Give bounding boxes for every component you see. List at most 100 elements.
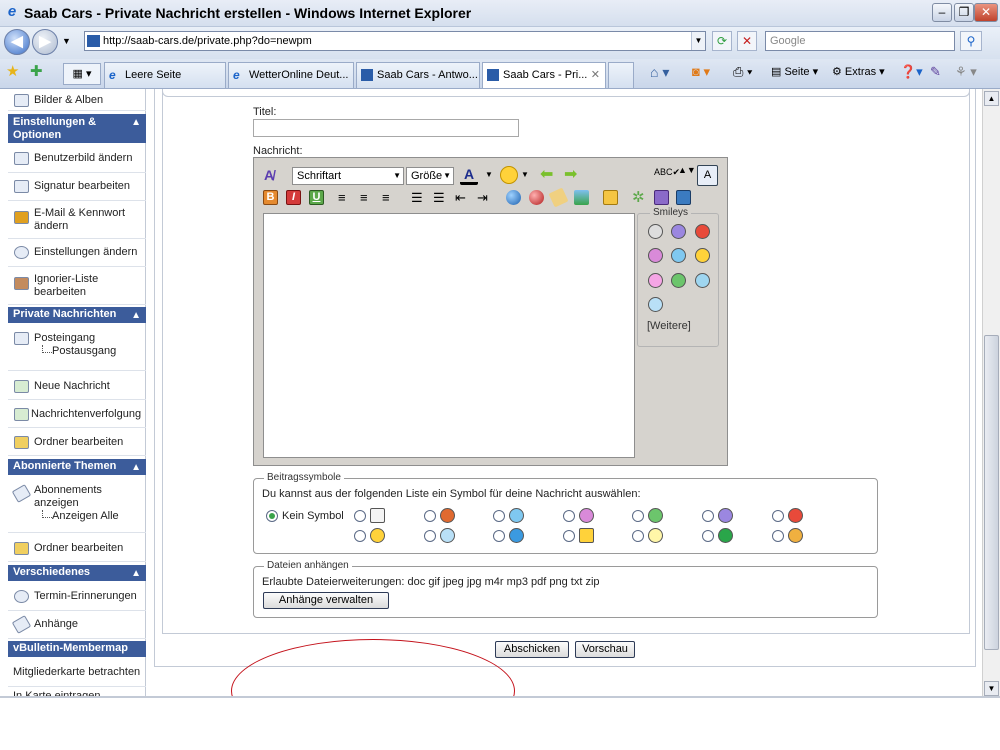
tab-saab-antwort[interactable]: Saab Cars - Antwo...: [356, 62, 480, 88]
align-center-icon[interactable]: ≡: [360, 190, 375, 205]
post-icon-radio[interactable]: [772, 510, 784, 522]
remove-link-icon[interactable]: [529, 190, 544, 205]
sidebar-item-ignorier[interactable]: Ignorier-Liste bearbeiten: [8, 267, 146, 305]
php-code-icon[interactable]: [676, 190, 691, 205]
help-icon[interactable]: ❓▾: [900, 64, 923, 80]
code-icon[interactable]: ✲: [632, 190, 647, 205]
tab-wetteronline[interactable]: e WetterOnline Deut...: [228, 62, 354, 88]
sidebar-item-email[interactable]: E-Mail & Kennwort ändern: [8, 201, 146, 239]
collapse-arrow-icon[interactable]: ▲: [131, 309, 141, 322]
sidebar-item-anhaenge[interactable]: Anhänge: [8, 611, 146, 639]
sidebar-item-bilder[interactable]: Bilder & Alben: [8, 91, 146, 111]
sidebar-item-posteingang[interactable]: Posteingang Postausgang: [8, 325, 146, 371]
back-button[interactable]: ◀: [4, 29, 30, 55]
research-icon[interactable]: ✎: [930, 64, 941, 80]
preview-button[interactable]: Vorschau: [575, 641, 635, 658]
post-icon-radio[interactable]: [424, 510, 436, 522]
tab-leere-seite[interactable]: e Leere Seite: [104, 62, 226, 88]
smiley-smile-icon[interactable]: [695, 248, 710, 263]
new-tab-button[interactable]: [608, 62, 634, 88]
bullet-list-icon[interactable]: ☰: [433, 190, 448, 205]
submit-button[interactable]: Abschicken: [495, 641, 569, 658]
insert-link-icon[interactable]: [506, 190, 521, 205]
sidebar-item-ordner-abo[interactable]: Ordner bearbeiten: [8, 534, 146, 562]
more-smileys-link[interactable]: [Weitere]: [647, 320, 691, 332]
stop-button[interactable]: ✕: [737, 31, 757, 51]
redo-icon[interactable]: ➡: [564, 167, 586, 183]
search-button[interactable]: ⚲: [960, 31, 982, 51]
title-input[interactable]: [253, 119, 519, 137]
insert-image-icon[interactable]: [574, 190, 589, 205]
sidebar-item-signatur[interactable]: Signatur bearbeiten: [8, 173, 146, 201]
spellcheck-icon[interactable]: ABC✔: [654, 168, 680, 183]
outdent-icon[interactable]: ⇤: [455, 190, 470, 205]
no-symbol-radio[interactable]: [266, 510, 278, 522]
smiley-tongue-icon[interactable]: [648, 248, 663, 263]
post-icon-radio[interactable]: [632, 530, 644, 542]
quote-icon[interactable]: [603, 190, 618, 205]
home-icon[interactable]: ⌂ ▾: [650, 64, 669, 80]
size-select[interactable]: Größe ▼: [406, 167, 454, 185]
favorites-star-icon[interactable]: ★: [6, 62, 19, 80]
collapse-arrow-icon[interactable]: ▲: [131, 461, 141, 474]
scroll-down-arrow-icon[interactable]: ▼: [984, 681, 999, 696]
address-dropdown-icon[interactable]: ▼: [691, 32, 705, 50]
minimize-button[interactable]: –: [932, 3, 952, 22]
font-select[interactable]: Schriftart ▼: [292, 167, 404, 185]
post-icon-radio[interactable]: [424, 530, 436, 542]
smiley-confused-icon[interactable]: [671, 224, 686, 239]
indent-icon[interactable]: ⇥: [477, 190, 492, 205]
collapse-arrow-icon[interactable]: ▲: [131, 116, 141, 129]
sidebar-item-postausgang[interactable]: Postausgang: [52, 345, 116, 357]
ordered-list-icon[interactable]: ☰: [411, 190, 426, 205]
post-icon-radio[interactable]: [702, 530, 714, 542]
sidebar-item-ordner-pm[interactable]: Ordner bearbeiten: [8, 428, 146, 456]
tab-saab-private[interactable]: Saab Cars - Pri... ✕: [482, 62, 606, 88]
print-icon[interactable]: ⎙ ▾: [733, 64, 752, 80]
smiley-shocked-icon[interactable]: [648, 224, 663, 239]
sidebar-item-abonnements[interactable]: Abonnements anzeigen Anzeigen Alle: [8, 477, 146, 533]
sidebar-item-benutzerbild[interactable]: Benutzerbild ändern: [8, 145, 146, 173]
chevron-down-icon[interactable]: ▼: [521, 170, 529, 179]
forward-button[interactable]: ▶: [32, 29, 58, 55]
bluetooth-icon[interactable]: ⚘ ▾: [955, 64, 977, 80]
insert-email-icon[interactable]: [548, 187, 569, 208]
smiley-cool-icon[interactable]: [648, 297, 663, 312]
quick-tabs-button[interactable]: ▦ ▾: [63, 63, 101, 85]
italic-icon[interactable]: I: [286, 190, 301, 205]
smiley-laugh-icon[interactable]: [648, 273, 663, 288]
sidebar-item-neue-nachricht[interactable]: Neue Nachricht: [8, 372, 146, 400]
post-icon-radio[interactable]: [354, 530, 366, 542]
smiley-grin-icon[interactable]: [671, 273, 686, 288]
underline-icon[interactable]: U: [309, 190, 324, 205]
add-favorite-icon[interactable]: ✚: [30, 62, 43, 80]
sidebar-item-anzeigen-alle[interactable]: Anzeigen Alle: [52, 510, 119, 522]
remove-format-icon[interactable]: A̸: [264, 168, 279, 183]
post-icon-radio[interactable]: [702, 510, 714, 522]
smiley-mad-icon[interactable]: [695, 224, 710, 239]
address-bar[interactable]: http://saab-cars.de/private.php?do=newpm…: [84, 31, 706, 51]
undo-icon[interactable]: ⬅: [540, 167, 562, 183]
maximize-button[interactable]: ❐: [954, 3, 974, 22]
feeds-icon[interactable]: ◙ ▾: [692, 64, 710, 80]
smiley-question-icon[interactable]: [695, 273, 710, 288]
tab-close-icon[interactable]: ✕: [591, 63, 600, 87]
sidebar-item-einstellungen[interactable]: Einstellungen ändern: [8, 239, 146, 267]
post-icon-radio[interactable]: [632, 510, 644, 522]
collapse-arrow-icon[interactable]: ▲: [131, 567, 141, 580]
post-icon-radio[interactable]: [563, 510, 575, 522]
align-right-icon[interactable]: ≡: [382, 190, 397, 205]
history-dropdown-icon[interactable]: ▼: [62, 36, 71, 46]
scroll-up-arrow-icon[interactable]: ▲: [984, 91, 999, 106]
text-color-icon[interactable]: A: [460, 166, 478, 185]
message-textarea[interactable]: [263, 213, 635, 458]
manage-attachments-button[interactable]: Anhänge verwalten: [263, 592, 389, 609]
sidebar-item-verfolgung[interactable]: Nachrichtenverfolgung: [8, 400, 146, 428]
scrollbar-thumb[interactable]: [984, 335, 999, 650]
sidebar-item-termin[interactable]: Termin-Erinnerungen: [8, 583, 146, 611]
resize-editor-icon[interactable]: ▲▼: [678, 166, 696, 181]
post-icon-radio[interactable]: [563, 530, 575, 542]
tools-menu[interactable]: ⚙ Extras ▾: [832, 64, 885, 80]
chevron-down-icon[interactable]: ▼: [485, 170, 493, 179]
smiley-insert-icon[interactable]: [500, 166, 518, 184]
